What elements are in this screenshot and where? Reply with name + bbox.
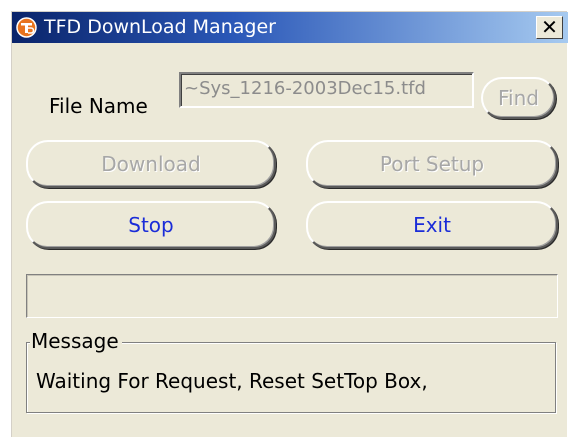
tfd-logo-icon (16, 17, 37, 38)
title-bar[interactable]: TFD DownLoad Manager ✕ (12, 12, 568, 43)
file-name-label: File Name (49, 94, 148, 118)
progress-bar (26, 274, 558, 318)
download-button[interactable]: Download (26, 140, 276, 188)
status-message: Waiting For Request, Reset SetTop Box, (36, 369, 428, 393)
close-icon: ✕ (541, 15, 558, 39)
exit-button-label: Exit (413, 213, 451, 237)
find-button[interactable]: Find (481, 77, 556, 119)
find-button-label: Find (498, 86, 539, 110)
port-setup-button-label: Port Setup (379, 152, 485, 176)
port-setup-button[interactable]: Port Setup (306, 140, 558, 188)
stop-button[interactable]: Stop (26, 201, 276, 249)
exit-button[interactable]: Exit (306, 201, 558, 249)
download-button-label: Download (101, 152, 201, 176)
message-group-title: Message (30, 329, 122, 353)
stop-button-label: Stop (128, 213, 174, 237)
window-title: TFD DownLoad Manager (44, 16, 276, 38)
file-name-field: ~Sys_1216-2003Dec15.tfd (179, 72, 474, 108)
download-manager-window: TFD DownLoad Manager ✕ File Name ~Sys_12… (11, 11, 568, 437)
close-button[interactable]: ✕ (536, 16, 563, 39)
